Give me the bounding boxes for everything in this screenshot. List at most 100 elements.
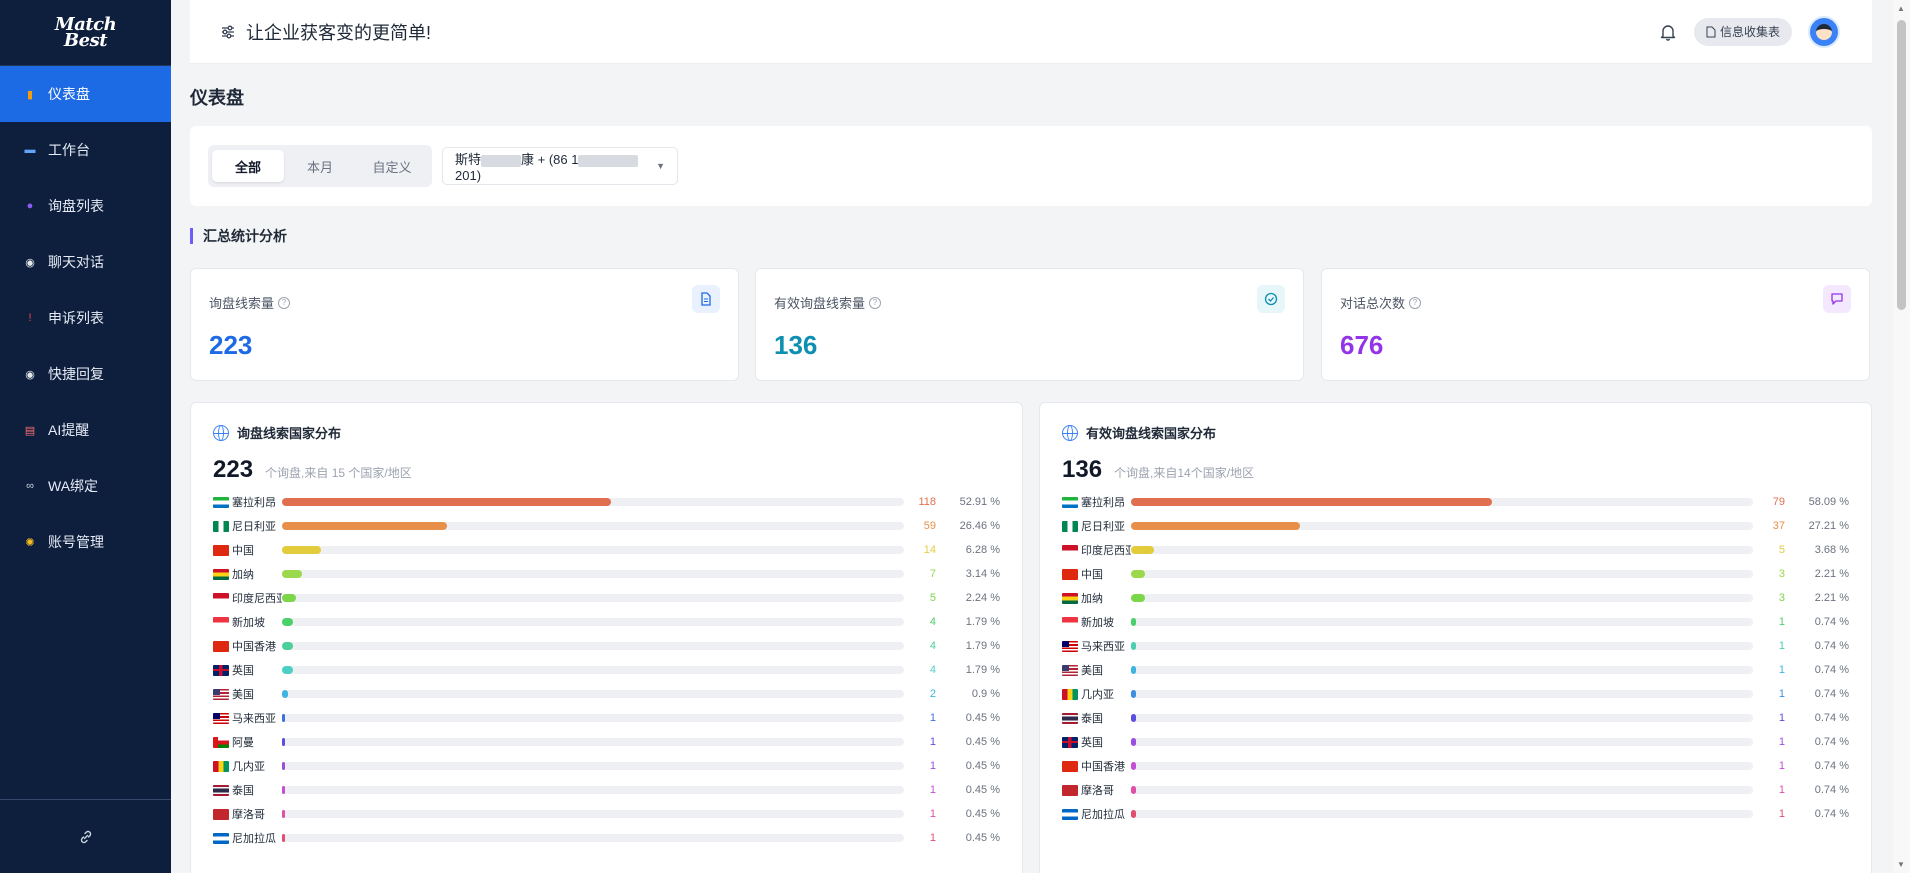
account-select[interactable]: 斯特 康 + (86 1 201) ▼ <box>442 147 678 185</box>
country-row: 尼加拉瓜 1 0.45 % <box>213 826 1000 850</box>
country-percent: 3.68 % <box>1814 544 1849 556</box>
dist-title: 有效询盘线索国家分布 <box>1086 426 1217 441</box>
progress-fill <box>1131 786 1136 794</box>
message-icon <box>1823 285 1851 313</box>
avatar-face <box>1816 23 1832 40</box>
dist-header: 有效询盘线索国家分布 <box>1062 423 1849 442</box>
segment-option[interactable]: 本月 <box>284 150 356 182</box>
progress-track <box>282 666 904 674</box>
help-icon[interactable]: ? <box>1409 296 1422 309</box>
top-bar: 让企业获客变的更简单! 信息收集表 <box>190 0 1872 64</box>
sidebar-item-3[interactable]: ◉ 聊天对话 <box>0 234 171 290</box>
country-count: 59 <box>923 520 936 532</box>
sidebar-item-8[interactable]: ✺ 账号管理 <box>0 514 171 570</box>
country-row: 摩洛哥 1 0.45 % <box>213 802 1000 826</box>
scroll-up-arrow[interactable]: ▲ <box>1897 4 1905 13</box>
country-count: 4 <box>929 616 936 628</box>
document-icon <box>692 285 720 313</box>
flag-nigeria-icon <box>1062 520 1078 532</box>
progress-track <box>282 522 904 530</box>
country-row: 加纳 7 3.14 % <box>213 562 1000 586</box>
help-icon[interactable]: ? <box>278 296 291 309</box>
stat-label-text: 询盘线索量 <box>209 296 275 311</box>
country-name: 尼日利亚 <box>232 521 276 533</box>
bell-icon[interactable] <box>1658 22 1678 42</box>
progress-fill <box>1131 738 1136 746</box>
globe-icon <box>1062 424 1078 441</box>
sidebar-item-label: 工作台 <box>48 142 90 158</box>
sidebar-item-4[interactable]: ! 申诉列表 <box>0 290 171 346</box>
country-count: 1 <box>1778 640 1785 652</box>
logo[interactable]: Match Best <box>0 0 171 66</box>
country-name: 泰国 <box>1081 713 1103 725</box>
stat-card: 有效询盘线索量? 136 <box>755 268 1304 381</box>
progress-track <box>282 834 904 842</box>
progress-fill <box>282 786 285 794</box>
country-row: 几内亚 1 0.74 % <box>1062 682 1849 706</box>
country-list: 塞拉利昂 79 58.09 % 尼日利亚 37 27.21 % 印度尼西亚 5 3.68 % 中国… <box>1062 490 1849 826</box>
progress-track <box>1131 642 1753 650</box>
country-percent: 0.45 % <box>965 712 1000 724</box>
dist-subtitle: 个询盘,来自 15 个国家/地区 <box>265 466 412 480</box>
flag-usa-icon <box>213 688 229 700</box>
flag-indonesia-icon <box>213 592 229 604</box>
sidebar-item-5[interactable]: ◉ 快捷回复 <box>0 346 171 402</box>
flag-ghana-icon <box>1062 592 1078 604</box>
page-scrollbar[interactable]: ▲ ▼ <box>1893 0 1910 873</box>
flag-singapore-icon <box>1062 616 1078 628</box>
account-prefix: 斯特 <box>455 152 482 167</box>
info-form-button[interactable]: 信息收集表 <box>1693 17 1792 46</box>
flag-malaysia-icon <box>1062 640 1078 652</box>
country-name: 中国香港 <box>1081 761 1125 773</box>
stat-value: 136 <box>774 330 818 360</box>
country-percent: 0.74 % <box>1814 688 1849 700</box>
sidebar-item-label: WA绑定 <box>48 478 99 494</box>
segment-option[interactable]: 全部 <box>212 150 284 182</box>
progress-track <box>282 498 904 506</box>
country-row: 中国香港 4 1.79 % <box>213 634 1000 658</box>
help-icon[interactable]: ? <box>869 296 882 309</box>
section-title: 汇总统计分析 <box>190 228 287 244</box>
scroll-down-arrow[interactable]: ▼ <box>1897 860 1905 869</box>
flag-usa-icon <box>1062 664 1078 676</box>
progress-track <box>1131 714 1753 722</box>
progress-track <box>282 690 904 698</box>
stat-value: 676 <box>1340 330 1384 360</box>
progress-fill <box>282 618 294 626</box>
scroll-thumb[interactable] <box>1897 20 1906 310</box>
country-count: 118 <box>918 496 936 508</box>
sidebar-item-1[interactable]: ▬ 工作台 <box>0 122 171 178</box>
sidebar-item-6[interactable]: ▤ AI提醒 <box>0 402 171 458</box>
country-percent: 1.79 % <box>965 640 1000 652</box>
progress-fill <box>1131 762 1136 770</box>
country-percent: 3.14 % <box>965 568 1000 580</box>
country-name: 尼加拉瓜 <box>232 833 276 845</box>
country-row: 印度尼西亚 5 2.24 % <box>213 586 1000 610</box>
sidebar-item-label: 快捷回复 <box>48 366 104 382</box>
progress-fill <box>282 498 612 506</box>
country-count: 5 <box>1778 544 1785 556</box>
sidebar-item-2[interactable]: ● 询盘列表 <box>0 178 171 234</box>
chevron-down-icon: ▼ <box>656 161 665 171</box>
sidebar-item-0[interactable]: ▮ 仪表盘 <box>0 66 171 122</box>
progress-track <box>282 618 904 626</box>
stat-value: 223 <box>209 330 253 360</box>
country-count: 79 <box>1772 496 1785 508</box>
segment-option[interactable]: 自定义 <box>356 150 428 182</box>
stat-label: 对话总次数? <box>1340 293 1851 312</box>
country-row: 泰国 1 0.45 % <box>213 778 1000 802</box>
country-percent: 2.24 % <box>965 592 1000 604</box>
sliders-icon[interactable] <box>220 24 236 40</box>
flag-sierra-leone-icon <box>1062 496 1078 508</box>
country-percent: 0.74 % <box>1814 616 1849 628</box>
country-count: 37 <box>1772 520 1785 532</box>
country-name: 新加坡 <box>1081 617 1114 629</box>
page-title: 仪表盘 <box>190 88 244 108</box>
sidebar-item-7[interactable]: ∞ WA绑定 <box>0 458 171 514</box>
progress-track <box>1131 498 1753 506</box>
link-icon[interactable] <box>78 829 94 845</box>
country-percent: 0.74 % <box>1814 736 1849 748</box>
stat-label: 询盘线索量? <box>209 293 720 312</box>
avatar[interactable] <box>1808 15 1840 48</box>
country-list: 塞拉利昂 118 52.91 % 尼日利亚 59 26.46 % 中国 14 6.28 % 加纳 7… <box>213 490 1000 850</box>
